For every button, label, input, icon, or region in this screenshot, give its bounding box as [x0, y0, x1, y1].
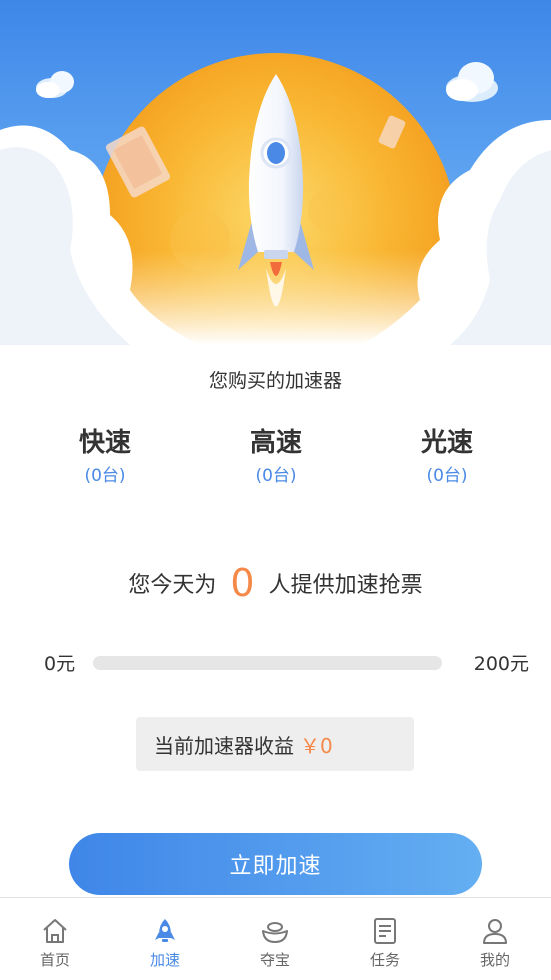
rocket-icon [155, 919, 175, 942]
today-prefix: 您今天为 [128, 573, 217, 598]
tier-light-speed[interactable]: 光速 (0台) [377, 425, 517, 489]
tab-label: 任务 [369, 951, 400, 969]
progress-min-label: 0元 [44, 653, 76, 675]
accelerator-tiers: 快速 (0台) 高速 (0台) 光速 (0台) [0, 425, 551, 495]
purchase-title: 您购买的加速器 [208, 370, 342, 392]
tab-label: 我的 [479, 951, 510, 969]
hero-illustration [0, 0, 551, 345]
profile-icon [483, 919, 507, 944]
tab-profile[interactable]: 我的 [440, 898, 550, 980]
tier-count: (0台) [426, 466, 468, 486]
progress-max-label: 200元 [473, 653, 529, 675]
tier-count: (0台) [84, 466, 126, 486]
bottom-tab-bar: 首页 加速 夺宝 任务 我的 [0, 897, 551, 980]
tab-tasks[interactable]: 任务 [330, 898, 440, 980]
home-icon [43, 919, 67, 943]
progress-track [93, 656, 442, 670]
tier-name: 高速 [249, 428, 302, 458]
treasure-icon [262, 922, 288, 943]
earnings-progress: 0元 200元 [0, 650, 551, 678]
small-cloud-left [36, 71, 74, 98]
task-icon [374, 918, 396, 944]
earnings-label: 当前加速器收益 [154, 733, 294, 758]
tab-home[interactable]: 首页 [0, 898, 110, 980]
accelerate-now-button[interactable]: 立即加速 [69, 833, 482, 895]
tier-name: 光速 [420, 428, 473, 458]
earnings-box: 当前加速器收益 ￥0 [136, 717, 414, 771]
today-stat: 您今天为 0 人提供加速抢票 [0, 560, 551, 606]
today-suffix: 人提供加速抢票 [268, 573, 423, 598]
tab-label: 加速 [149, 951, 180, 969]
tier-fast[interactable]: 快速 (0台) [35, 425, 175, 489]
tab-label: 首页 [39, 951, 70, 969]
tier-high-speed[interactable]: 高速 (0台) [206, 425, 346, 489]
earnings-amount: ￥0 [300, 733, 333, 758]
tab-treasure[interactable]: 夺宝 [220, 898, 330, 980]
tier-count: (0台) [255, 466, 297, 486]
tier-name: 快速 [78, 428, 131, 458]
small-cloud-right [446, 62, 498, 102]
tab-accelerate[interactable]: 加速 [110, 898, 220, 980]
today-count: 0 [230, 561, 255, 605]
tab-label: 夺宝 [259, 951, 290, 969]
